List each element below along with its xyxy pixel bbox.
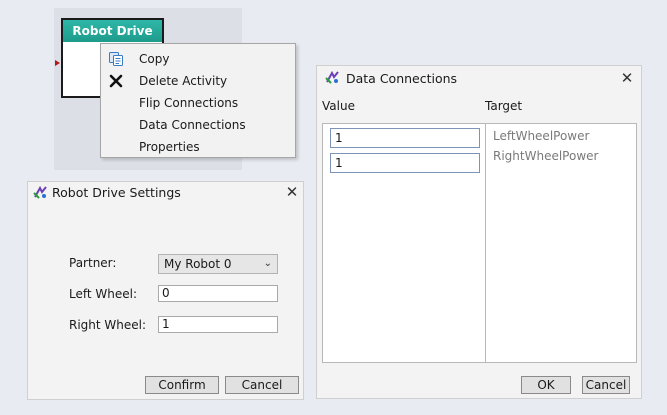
delete-x-icon: [107, 72, 125, 90]
partner-dropdown[interactable]: My Robot 0 ⌄: [158, 254, 278, 274]
menu-item-label: Delete Activity: [139, 74, 228, 88]
value-input[interactable]: 1: [330, 153, 480, 173]
partner-selected-value: My Robot 0: [164, 257, 232, 271]
right-wheel-field[interactable]: 1: [158, 316, 278, 333]
partner-label: Partner:: [69, 256, 117, 270]
close-icon[interactable]: ✕: [620, 71, 634, 86]
confirm-button[interactable]: Confirm: [145, 376, 219, 394]
close-icon[interactable]: ✕: [285, 185, 299, 200]
input-port-arrow: [55, 60, 60, 66]
menu-item-data-connections[interactable]: Data Connections: [101, 114, 295, 136]
activity-title: Robot Drive: [63, 20, 162, 42]
app-icon: [325, 70, 340, 85]
value-column-header: Value: [322, 99, 355, 113]
data-connections-dialog: Data Connections ✕ Value Target 1 1 Left…: [316, 65, 642, 399]
menu-item-label: Data Connections: [139, 118, 246, 132]
dialog-title: Robot Drive Settings: [52, 185, 181, 200]
right-wheel-label: Right Wheel:: [69, 318, 147, 332]
cancel-button[interactable]: Cancel: [225, 376, 299, 394]
context-menu: Copy Delete Activity Flip Connections Da…: [100, 43, 296, 158]
menu-item-copy[interactable]: Copy: [101, 48, 295, 70]
menu-item-properties[interactable]: Properties: [101, 136, 295, 158]
value-list: 1 1: [322, 123, 486, 363]
menu-item-label: Properties: [139, 140, 200, 154]
menu-item-label: Flip Connections: [139, 96, 239, 110]
ok-button[interactable]: OK: [521, 376, 571, 394]
copy-icon: [107, 50, 125, 68]
app-icon: [33, 185, 48, 200]
value-input[interactable]: 1: [330, 128, 480, 148]
chevron-down-icon: ⌄: [263, 258, 272, 269]
left-wheel-label: Left Wheel:: [69, 287, 138, 301]
dialog-title: Data Connections: [346, 71, 458, 86]
target-item[interactable]: RightWheelPower: [493, 149, 598, 163]
target-column-header: Target: [485, 99, 523, 113]
cancel-button[interactable]: Cancel: [582, 376, 630, 394]
left-wheel-field[interactable]: 0: [158, 285, 278, 302]
menu-item-label: Copy: [139, 52, 170, 66]
menu-item-flip-connections[interactable]: Flip Connections: [101, 92, 295, 114]
robot-drive-settings-dialog: Robot Drive Settings ✕ Partner: My Robot…: [27, 181, 304, 400]
menu-item-delete-activity[interactable]: Delete Activity: [101, 70, 295, 92]
target-list: LeftWheelPower RightWheelPower: [486, 123, 637, 363]
target-item[interactable]: LeftWheelPower: [493, 129, 589, 143]
